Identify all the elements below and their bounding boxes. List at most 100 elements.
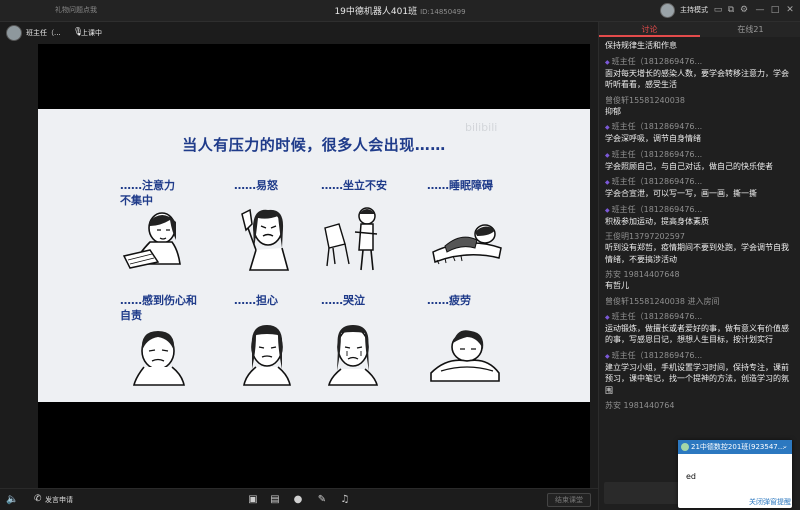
- chat-message: ◆ 班主任（1812869476... 学会照顾自己，与自己对话，做自己的快乐使者: [605, 149, 793, 173]
- illustration-sad: [132, 331, 185, 386]
- app-window: 礼物问题点我 19中德机器人401班 ID:14850499 主持模式 ▭ ⧉ ⚙…: [0, 0, 800, 510]
- role-badge-icon: ◆: [605, 313, 610, 321]
- popup-group-name: 21中德数控201班(923547...: [691, 443, 785, 451]
- popout-icon[interactable]: ⧉: [725, 4, 737, 16]
- symptom-label: ……感到伤心和自责: [120, 294, 197, 322]
- chat-message: ◆ 班主任（1812869476... 运动锻炼，做擅长或者爱好的事，做有意义有价值…: [605, 311, 793, 346]
- chat-message: ◆ 班主任（1812869476... 学会合宣泄，可以写一写，画一画，撕一撕: [605, 176, 793, 200]
- chat-text: 学会照顾自己，与自己对话，做自己的快乐使者: [605, 161, 773, 171]
- chat-text: 有哲儿: [605, 281, 629, 290]
- chat-sender-name: 王俊明13797202597: [605, 232, 685, 241]
- teacher-avatar[interactable]: [6, 25, 22, 41]
- symptom-item: ……感到伤心和自责: [120, 293, 220, 386]
- chat-text: 面对每天增长的感染人数，要学会转移注意力，学会听听看看，感受生活: [605, 68, 789, 90]
- chat-text: 运动锻炼，做擅长或者爱好的事，做有意义有价值感的事，写感恩日记，想想人生目标，按…: [605, 323, 789, 345]
- chat-sender: 苏安 19814407648: [605, 269, 793, 280]
- chat-text: 学会深呼吸，调节自身情绪: [605, 134, 701, 143]
- illustration-distracted: [122, 212, 181, 269]
- notification-popup: 21中德数控201班(923547... ⌄ ed 关闭弹窗提醒: [678, 440, 792, 508]
- end-class-button[interactable]: 结束课堂: [547, 493, 591, 507]
- music-icon[interactable]: ♫: [339, 494, 351, 505]
- role-badge-icon: ◆: [605, 124, 610, 131]
- close-popup-reminder-link[interactable]: 关闭弹窗提醒: [749, 497, 791, 507]
- chat-sender: 王俊明13797202597: [605, 231, 793, 242]
- chat-message: 曾俊轩15581240038 进入房间: [605, 296, 793, 307]
- tab-online[interactable]: 在线21: [700, 24, 800, 35]
- chat-sender-name: 班主任（1812869476...: [611, 56, 703, 66]
- screen-icon[interactable]: ▭: [712, 4, 724, 16]
- volume-icon[interactable]: 🔈: [6, 494, 18, 505]
- chat-message: 苏安 19814407648 有哲儿: [605, 269, 793, 292]
- chat-message: ◆ 班主任（1812869476... 建立学习小组，手机设置学习时间，保持专注，课…: [605, 350, 793, 397]
- chat-sender-name: 班主任（1812869476...: [611, 122, 703, 131]
- microphone-icon[interactable]: ●: [292, 494, 304, 505]
- chat-text: 积极参加运动，提高身体素质: [605, 216, 709, 226]
- chat-text: 抑郁: [605, 106, 621, 116]
- symptom-label: ……担心: [234, 294, 278, 307]
- symptom-item: ……疲劳: [427, 293, 527, 382]
- host-avatar[interactable]: [660, 3, 675, 18]
- chat-sender: ◆ 班主任（1812869476...: [605, 311, 793, 323]
- screen-share-icon[interactable]: ▤: [269, 494, 281, 505]
- chat-message: 曾俊轩15581240038 抑郁: [605, 95, 793, 118]
- class-status: 上课中: [81, 29, 102, 37]
- illustration-worried: [243, 325, 291, 386]
- chat-sender: ◆ 班主任（1812869476...: [605, 350, 793, 362]
- chat-list[interactable]: 保持规律生活和作息 ◆ 班主任（1812869476... 面对每天增长的感染人数，要…: [605, 40, 793, 470]
- symptom-label: ……睡眠障碍: [427, 179, 493, 192]
- illustration-crying: [327, 325, 379, 386]
- symptom-item: ……哭泣: [321, 293, 421, 386]
- chat-sender: ◆ 班主任（1812869476...: [605, 176, 793, 188]
- teacher-strip: 班主任（... 🎙 上课中: [0, 22, 598, 44]
- camera-icon[interactable]: ▣: [247, 494, 259, 505]
- chat-message: 王俊明13797202597 听到没有郑哲，疫情期间不要到处跑，学会调节自我情绪，…: [605, 231, 793, 265]
- close-icon[interactable]: ✕: [784, 4, 796, 16]
- chat-text: 学会合宣泄，可以写一写，画一画，撕一撕: [605, 189, 757, 198]
- chat-sender-name: 班主任（1812869476...: [611, 204, 703, 214]
- slide-watermark: bilibili: [465, 121, 498, 134]
- popup-message: ed: [686, 472, 696, 481]
- popup-header: 21中德数控201班(923547...: [678, 440, 792, 454]
- chat-sender: 苏安 1981440764: [605, 400, 793, 411]
- chat-text: 保持规律生活和作息: [605, 41, 677, 50]
- chat-message: 苏安 1981440764: [605, 400, 793, 411]
- panel-tabs: 讨论 在线21: [599, 22, 800, 37]
- chat-sender-name: 苏安 19814407648: [605, 270, 680, 279]
- chat-sender: ◆ 班主任（1812869476...: [605, 56, 793, 68]
- role-badge-icon: ◆: [605, 206, 610, 214]
- chat-text: 建立学习小组，手机设置学习时间，保持专注，课前预习，课中笔记，找一个提神的方法，…: [605, 362, 789, 395]
- chevron-down-icon[interactable]: ⌄: [782, 442, 788, 450]
- title-bar: 礼物问题点我 19中德机器人401班 ID:14850499 主持模式 ▭ ⧉ ⚙…: [0, 0, 800, 22]
- whiteboard-icon[interactable]: ✎: [316, 494, 328, 505]
- symptom-item: ……易怒: [234, 178, 334, 271]
- symptom-item: ……睡眠障碍: [427, 178, 527, 265]
- chat-text: 听到没有郑哲，疫情期间不要到处跑，学会调节自我情绪，不要搞涉活动: [605, 243, 789, 264]
- chat-sender-name: 苏安 1981440764: [605, 401, 675, 410]
- chat-sender: ◆ 班主任（1812869476...: [605, 149, 793, 161]
- role-badge-icon: ◆: [605, 58, 610, 66]
- symptom-label: ……注意力不集中: [120, 179, 175, 207]
- chat-sender-name: 班主任（1812869476...: [611, 177, 703, 186]
- room-name: 19中德机器人401班: [334, 7, 418, 17]
- side-panel: 讨论 在线21 保持规律生活和作息 ◆ 班主任（1812869476... 面对每天增…: [598, 22, 800, 510]
- chat-sender-name: 曾俊轩15581240038 进入房间: [605, 296, 720, 306]
- tab-discussion[interactable]: 讨论: [599, 24, 700, 35]
- chat-message: ◆ 班主任（1812869476... 学会深呼吸，调节自身情绪: [605, 121, 793, 145]
- symptom-item: ……注意力不集中: [120, 178, 220, 269]
- minimize-icon[interactable]: —: [754, 4, 766, 16]
- chat-sender: 曾俊轩15581240038: [605, 95, 793, 106]
- role-badge-icon: ◆: [605, 151, 610, 159]
- illustration-insomnia: [432, 224, 502, 265]
- active-tab-indicator: [599, 35, 700, 37]
- phone-icon: ✆: [34, 494, 42, 504]
- illustration-angry: [241, 208, 290, 271]
- gear-icon[interactable]: ⚙: [738, 4, 750, 16]
- maximize-icon[interactable]: □: [769, 4, 781, 16]
- illustration-restless: [324, 207, 378, 271]
- host-mode-label[interactable]: 主持模式: [680, 5, 708, 15]
- slide-heading: 当人有压力的时候，很多人会出现……: [182, 136, 446, 154]
- speak-request-button[interactable]: 发言申请: [45, 495, 73, 505]
- chat-sender: ◆ 班主任（1812869476...: [605, 121, 793, 133]
- bottom-toolbar: 🔈 ✆ 发言申请 ▣ ▤ ● ✎ ♫ 结束课堂: [0, 488, 598, 510]
- symptom-item: ……担心: [234, 293, 334, 386]
